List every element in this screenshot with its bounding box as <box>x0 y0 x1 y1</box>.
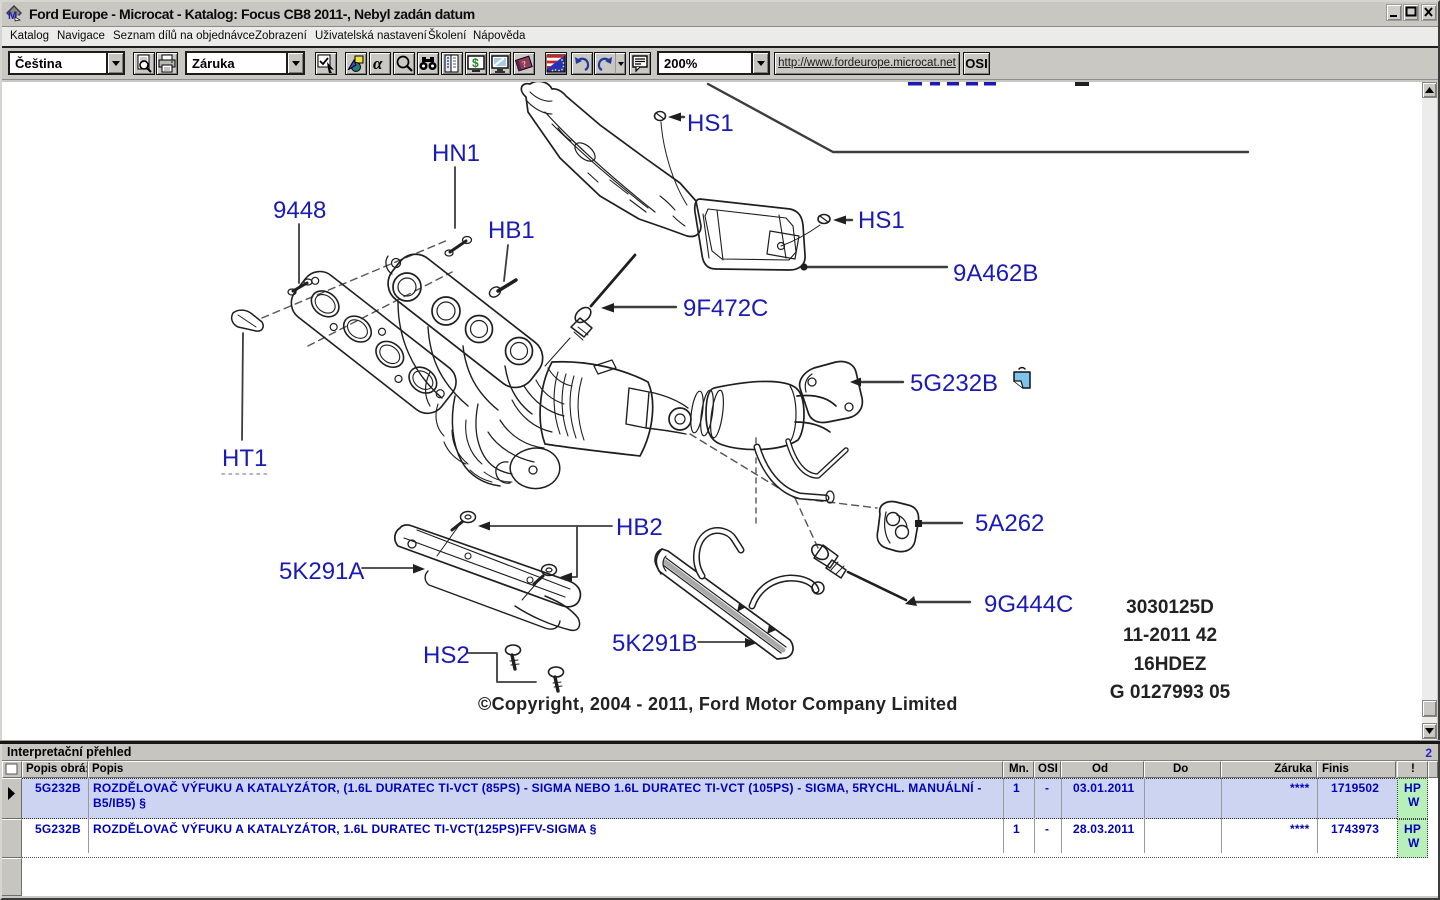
svg-text:HT1: HT1 <box>222 445 267 472</box>
svg-text:HS1: HS1 <box>687 110 734 137</box>
svg-text:HB2: HB2 <box>616 514 663 541</box>
svg-text:5K291B: 5K291B <box>612 630 697 657</box>
svg-text:3030125D: 3030125D <box>1126 597 1214 618</box>
svg-text:α: α <box>373 54 383 73</box>
svg-text:HS2: HS2 <box>423 642 470 669</box>
svg-text:11-2011 42: 11-2011 42 <box>1123 625 1217 646</box>
svg-text:9448: 9448 <box>273 197 326 224</box>
svg-text:HB1: HB1 <box>488 217 535 244</box>
svg-text:9G444C: 9G444C <box>984 591 1073 618</box>
svg-text:5A262: 5A262 <box>975 510 1044 537</box>
svg-text:16HDEZ: 16HDEZ <box>1134 654 1207 675</box>
svg-text:HS1: HS1 <box>858 207 905 234</box>
svg-text:9A462B: 9A462B <box>953 260 1038 287</box>
svg-text:5G232B: 5G232B <box>910 370 998 397</box>
svg-text:HN1: HN1 <box>432 140 480 167</box>
svg-text:9F472C: 9F472C <box>683 295 768 322</box>
svg-text:©Copyright, 2004 - 2011, Ford: ©Copyright, 2004 - 2011, Ford Motor Comp… <box>478 694 958 714</box>
svg-text:G 0127993 05: G 0127993 05 <box>1110 682 1231 703</box>
svg-text:$: $ <box>472 56 479 70</box>
svg-text:5K291A: 5K291A <box>279 558 364 585</box>
